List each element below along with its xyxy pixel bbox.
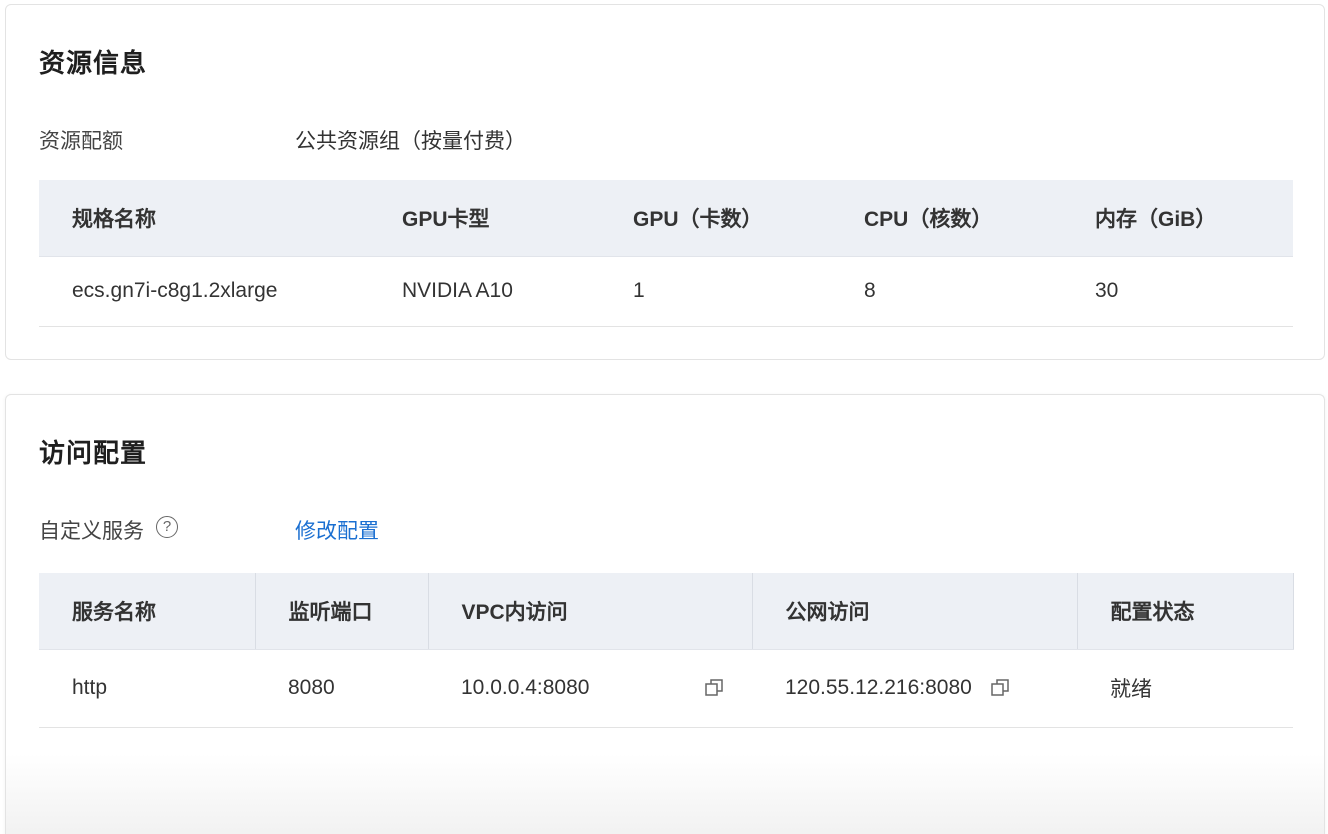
cell-listen-port: 8080 (255, 649, 428, 728)
column-header-public-access: 公网访问 (752, 573, 1078, 650)
access-config-card: 访问配置 自定义服务 ? 修改配置 服务名称 监听端口 VPC内访问 公网访问 … (5, 394, 1325, 834)
quota-value: 公共资源组（按量付费） (295, 130, 526, 153)
column-header-cpu-cores: CPU（核数） (831, 180, 1062, 257)
copy-icon[interactable] (704, 678, 724, 698)
public-address: 120.55.12.216:8080 (785, 676, 972, 699)
column-header-vpc-access: VPC内访问 (428, 573, 753, 650)
resource-info-card: 资源信息 资源配额 公共资源组（按量付费） 规格名称 GPU卡型 GPU（卡数）… (5, 4, 1325, 360)
table-row: ecs.gn7i-c8g1.2xlarge NVIDIA A10 1 8 30 (39, 256, 1293, 327)
column-header-memory: 内存（GiB） (1062, 180, 1293, 257)
table-row: http 8080 10.0.0.4:8080 120.55.12.216:80… (39, 649, 1293, 728)
column-header-config-status: 配置状态 (1077, 573, 1294, 650)
column-header-spec-name: 规格名称 (39, 180, 369, 257)
quota-label: 资源配额 (39, 130, 123, 153)
cell-gpu-type: NVIDIA A10 (369, 256, 600, 327)
column-header-service-name: 服务名称 (39, 573, 256, 650)
cell-public-access: 120.55.12.216:8080 (752, 649, 1077, 728)
column-header-listen-port: 监听端口 (255, 573, 429, 650)
column-header-gpu-count: GPU（卡数） (600, 180, 831, 257)
custom-service-label-wrap: 自定义服务 ? (39, 515, 178, 545)
cell-memory: 30 (1062, 256, 1293, 327)
table-header-row: 规格名称 GPU卡型 GPU（卡数） CPU（核数） 内存（GiB） (39, 180, 1293, 257)
copy-icon[interactable] (990, 678, 1010, 698)
section-title-access: 访问配置 (39, 438, 148, 468)
section-title-resource: 资源信息 (39, 48, 148, 78)
column-header-gpu-type: GPU卡型 (369, 180, 600, 257)
cell-gpu-count: 1 (600, 256, 831, 327)
cell-config-status: 就绪 (1077, 649, 1293, 728)
table-header-row: 服务名称 监听端口 VPC内访问 公网访问 配置状态 (39, 573, 1294, 650)
modify-config-link[interactable]: 修改配置 (295, 515, 379, 545)
cell-vpc-access: 10.0.0.4:8080 (428, 649, 752, 728)
cell-spec-name: ecs.gn7i-c8g1.2xlarge (39, 256, 369, 327)
service-table: 服务名称 监听端口 VPC内访问 公网访问 配置状态 http 8080 10.… (39, 573, 1294, 728)
question-circle-icon[interactable]: ? (156, 516, 178, 538)
cell-cpu-cores: 8 (831, 256, 1062, 327)
cell-service-name: http (39, 649, 255, 728)
resource-spec-table: 规格名称 GPU卡型 GPU（卡数） CPU（核数） 内存（GiB） ecs.g… (39, 180, 1293, 327)
vpc-address: 10.0.0.4:8080 (461, 676, 590, 699)
custom-service-label: 自定义服务 (39, 520, 144, 543)
